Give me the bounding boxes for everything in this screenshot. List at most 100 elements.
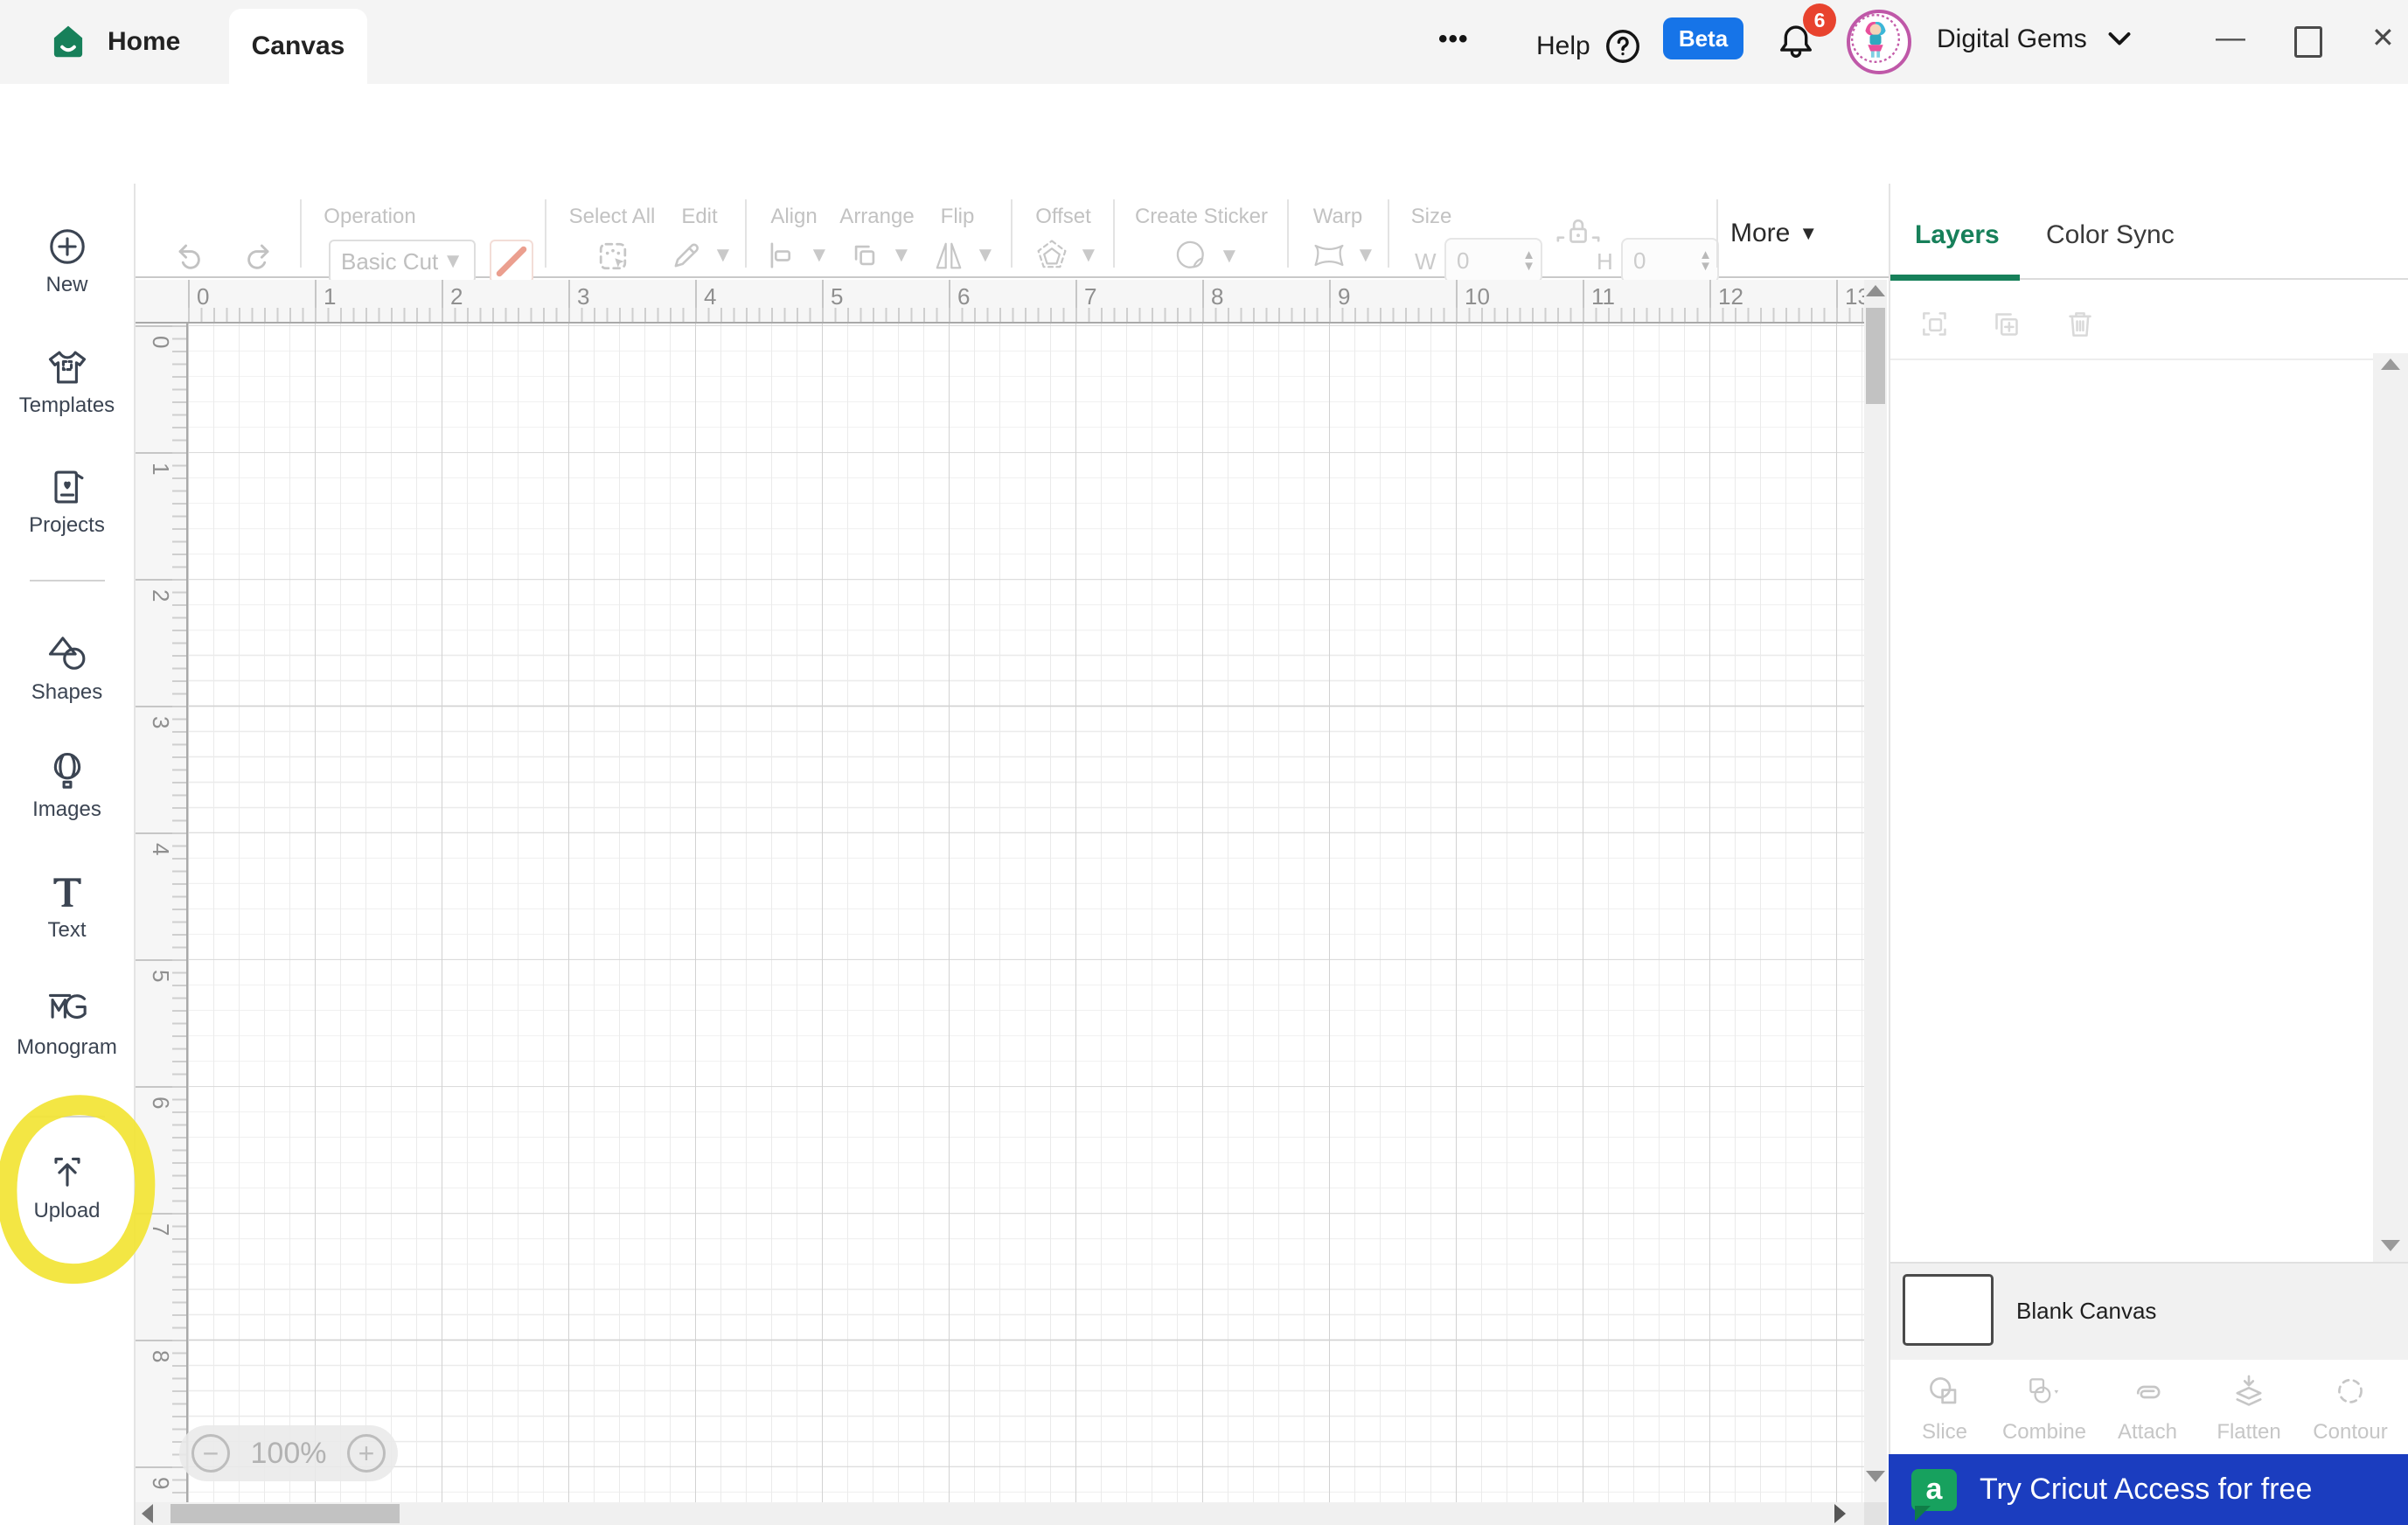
panel-scroll-down-arrow[interactable] bbox=[2381, 1240, 2400, 1251]
flip-button[interactable]: ▼ bbox=[929, 236, 996, 275]
more-button[interactable]: More ▼ bbox=[1730, 219, 1818, 248]
ruler-number: 6 bbox=[148, 1097, 174, 1110]
height-input[interactable]: 0 ▲ ▼ bbox=[1621, 238, 1719, 283]
zoom-in-button[interactable]: + bbox=[347, 1434, 386, 1473]
panel-scroll-up-arrow[interactable] bbox=[2381, 359, 2400, 370]
help-button[interactable]: Help bbox=[1536, 26, 1643, 66]
height-label: H bbox=[1597, 248, 1613, 275]
scroll-down-arrow[interactable] bbox=[1866, 1471, 1885, 1482]
ruler-number: 3 bbox=[148, 716, 174, 729]
group-layers-button[interactable] bbox=[1915, 304, 1955, 345]
width-input[interactable]: 0 ▲ ▼ bbox=[1444, 238, 1542, 283]
chevron-down-icon bbox=[2106, 30, 2133, 49]
edit-label: Edit bbox=[681, 205, 718, 228]
cricut-access-banner[interactable]: a Try Cricut Access for free bbox=[1889, 1454, 2408, 1525]
sidebar-item-shapes[interactable]: Shapes bbox=[0, 631, 134, 705]
sidebar-item-label: New bbox=[45, 273, 88, 296]
tab-canvas[interactable]: Canvas bbox=[229, 9, 367, 84]
sidebar-item-label: Upload bbox=[33, 1199, 101, 1222]
ruler-number: 3 bbox=[577, 283, 590, 310]
blank-canvas-label: Blank Canvas bbox=[2016, 1298, 2157, 1324]
dropdown-arrow-icon: ▼ bbox=[1219, 244, 1240, 268]
scroll-right-arrow[interactable] bbox=[1834, 1504, 1846, 1523]
sidebar-divider bbox=[30, 1116, 105, 1118]
canvas-vertical-scrollbar[interactable] bbox=[1864, 280, 1887, 1502]
slice-button[interactable]: Slice bbox=[1899, 1371, 1990, 1445]
arrange-label: Arrange bbox=[839, 205, 915, 228]
delete-layer-button[interactable] bbox=[2060, 304, 2100, 345]
scrollbar-corner bbox=[1864, 1502, 1887, 1525]
shapes-icon bbox=[48, 637, 85, 670]
sidebar-item-upload[interactable]: Upload bbox=[0, 1150, 134, 1223]
warp-button[interactable]: ▼ bbox=[1310, 236, 1376, 275]
stepper-arrows-icon[interactable]: ▲ ▼ bbox=[1699, 248, 1717, 273]
tab-home[interactable]: Home bbox=[48, 16, 180, 68]
duplicate-layer-button[interactable] bbox=[1987, 304, 2027, 345]
vertical-scrollbar-thumb[interactable] bbox=[1866, 308, 1885, 404]
account-menu[interactable]: Digital Gems bbox=[1937, 24, 2133, 54]
flatten-button[interactable]: Flatten bbox=[2203, 1371, 2294, 1445]
sidebar-item-label: Text bbox=[47, 918, 87, 942]
redo-button[interactable] bbox=[239, 236, 277, 275]
op-label: Combine bbox=[2001, 1420, 2087, 1444]
panel-scrollbar[interactable] bbox=[2373, 353, 2408, 1262]
sidebar-item-templates[interactable]: Templates bbox=[0, 345, 134, 418]
sidebar-item-projects[interactable]: Projects bbox=[0, 464, 134, 538]
dropdown-arrow-icon: ▼ bbox=[442, 249, 463, 273]
maximize-button[interactable] bbox=[2294, 26, 2322, 58]
stepper-arrows-icon[interactable]: ▲ ▼ bbox=[1522, 248, 1541, 273]
edit-button[interactable]: ▼ bbox=[667, 236, 734, 275]
align-button[interactable]: ▼ bbox=[763, 236, 830, 275]
combine-button[interactable]: Combine bbox=[1999, 1371, 2090, 1445]
minimize-button[interactable]: — bbox=[2216, 21, 2245, 55]
color-swatch[interactable] bbox=[490, 240, 533, 283]
overflow-menu-button[interactable]: ••• bbox=[1438, 24, 1469, 54]
tab-color-sync[interactable]: Color Sync bbox=[2046, 220, 2175, 250]
sidebar-item-images[interactable]: Images bbox=[0, 749, 134, 822]
toolbar-divider bbox=[745, 199, 747, 268]
blank-canvas-thumbnail[interactable] bbox=[1903, 1274, 1994, 1346]
canvas-tab-label: Canvas bbox=[251, 31, 345, 60]
ruler-number: 4 bbox=[704, 283, 717, 310]
scroll-up-arrow[interactable] bbox=[1866, 285, 1885, 296]
offset-button[interactable]: ▼ bbox=[1033, 236, 1099, 275]
horizontal-scrollbar-thumb[interactable] bbox=[171, 1504, 400, 1523]
edit-toolbar: Operation Basic Cut ▼ Select All Edit ▼ … bbox=[136, 184, 1889, 283]
op-label: Flatten bbox=[2217, 1420, 2281, 1444]
undo-button[interactable] bbox=[171, 236, 209, 275]
toolbar-divider bbox=[545, 199, 546, 268]
align-label: Align bbox=[770, 205, 818, 228]
project-card-icon bbox=[53, 470, 83, 504]
sidebar-item-label: Projects bbox=[29, 513, 105, 537]
create-sticker-button[interactable]: ▼ bbox=[1172, 236, 1240, 276]
zoom-level: 100% bbox=[250, 1436, 327, 1470]
zoom-out-button[interactable]: − bbox=[191, 1434, 230, 1473]
ruler-number: 8 bbox=[148, 1350, 174, 1363]
ruler-number: 2 bbox=[450, 283, 463, 310]
select-all-label: Select All bbox=[568, 205, 656, 228]
sidebar-item-text[interactable]: Text bbox=[0, 869, 134, 943]
create-sticker-label: Create Sticker bbox=[1134, 205, 1269, 228]
top-bar: Home Canvas ••• Help Beta 6 Digital Gems… bbox=[0, 0, 2408, 84]
sidebar-item-new[interactable]: New bbox=[0, 224, 134, 297]
select-all-button[interactable] bbox=[593, 236, 633, 276]
sidebar-divider bbox=[30, 580, 105, 581]
tab-layers[interactable]: Layers bbox=[1915, 220, 2000, 250]
logo-letter: a bbox=[1925, 1473, 1943, 1506]
canvas-area[interactable] bbox=[188, 324, 1864, 1502]
beta-badge: Beta bbox=[1663, 17, 1743, 59]
scroll-left-arrow[interactable] bbox=[142, 1504, 153, 1523]
zoom-control: − 100% + bbox=[179, 1425, 398, 1481]
ruler-number: 9 bbox=[1338, 283, 1351, 310]
sidebar-item-label: Templates bbox=[18, 393, 115, 417]
sidebar-item-monogram[interactable]: Monogram bbox=[0, 986, 134, 1060]
arrange-button[interactable]: ▼ bbox=[846, 236, 912, 275]
avatar[interactable] bbox=[1847, 10, 1911, 74]
close-button[interactable]: ✕ bbox=[2371, 21, 2395, 54]
ruler-number: 7 bbox=[148, 1223, 174, 1236]
contour-button[interactable]: Contour bbox=[2305, 1371, 2396, 1445]
operation-select[interactable]: Basic Cut ▼ bbox=[329, 240, 476, 283]
attach-button[interactable]: Attach bbox=[2102, 1371, 2193, 1445]
ruler-number: 10 bbox=[1465, 283, 1490, 310]
lock-ratio-icon[interactable] bbox=[1554, 213, 1603, 255]
